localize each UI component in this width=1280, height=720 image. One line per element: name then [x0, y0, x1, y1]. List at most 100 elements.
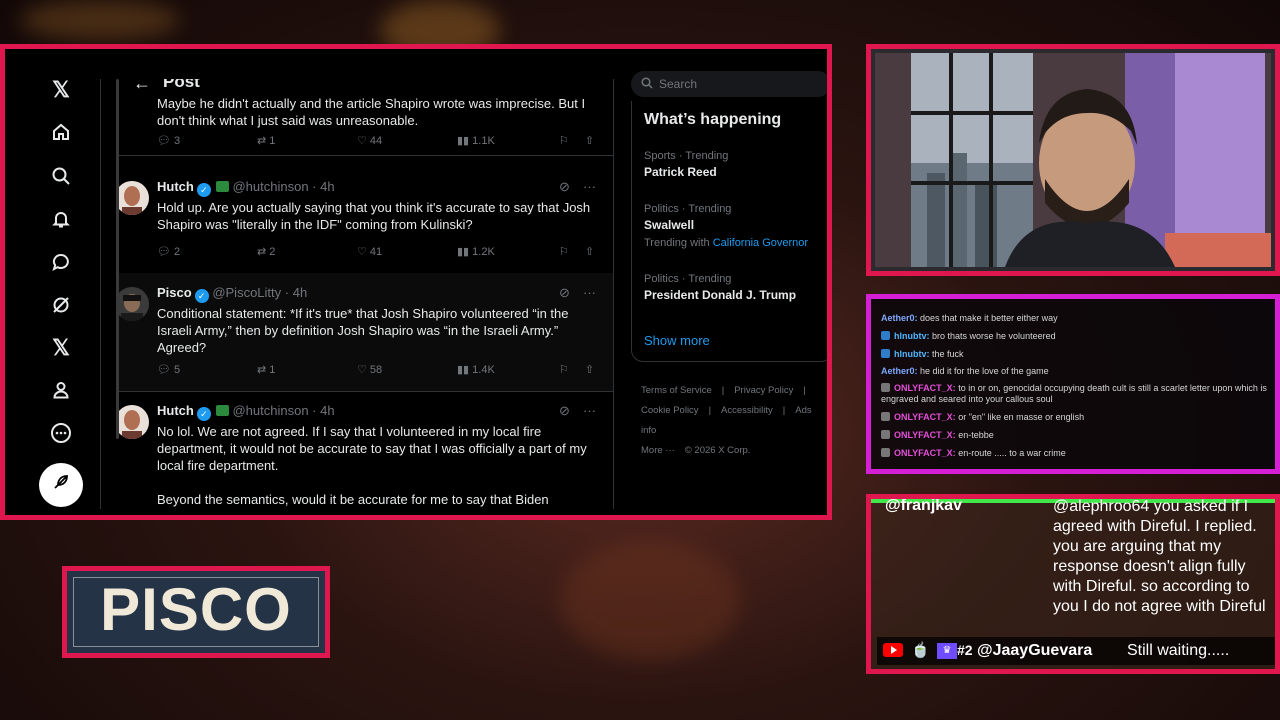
message-text: @alephroo64 you asked if I agreed with D… [1053, 498, 1266, 615]
footer-separator: | [782, 405, 786, 416]
display-name[interactable]: Hutch [157, 179, 194, 194]
timestamp[interactable]: 4h [320, 403, 334, 418]
chat-username[interactable]: ONLYFACT_X: [894, 412, 956, 422]
trending-with-link[interactable]: California Governor [713, 237, 808, 249]
footer-links: Terms of Service | Privacy Policy | Cookie … [641, 381, 827, 461]
footer-link[interactable]: Cookie Policy [641, 405, 699, 416]
chat-message: ONLYFACT_X: or "en" like en masse or eng… [881, 412, 1269, 423]
chat-username[interactable]: Aether0: [881, 366, 918, 376]
avatar[interactable] [119, 287, 149, 321]
like-button[interactable]: ♡ 44 [357, 134, 382, 147]
chat-username[interactable]: ONLYFACT_X: [894, 448, 956, 458]
like-button[interactable]: ♡ 58 [357, 363, 382, 376]
grok-icon[interactable]: ⊘ [559, 179, 570, 195]
stream-chat: Aether0: does that make it better either… [866, 294, 1280, 474]
footer-link[interactable]: Accessibility [721, 405, 773, 416]
background-light [560, 540, 740, 660]
chat-username[interactable]: Aether0: [881, 313, 918, 323]
tweet[interactable]: Hutch ✓ @hutchinson · 4h ⊘ ··· Hold up. A… [119, 165, 613, 274]
grok-icon[interactable]: ⊘ [559, 403, 570, 419]
premium-x-icon[interactable]: 𝕏 [48, 335, 74, 361]
chat-message: ONLYFACT_X: en-tebbe [881, 430, 1269, 441]
bookmark-icon[interactable]: ⚐ [559, 245, 569, 258]
reply-button[interactable]: 💬︎ 5 [157, 363, 180, 376]
bell-icon[interactable] [48, 206, 74, 232]
home-icon[interactable] [48, 119, 74, 145]
reply-button[interactable]: 💬︎ 2 [157, 245, 180, 258]
display-name[interactable]: Pisco [157, 285, 192, 300]
chat-text: does that make it better either way [920, 313, 1058, 323]
handle[interactable]: @PiscoLitty [212, 285, 281, 300]
more-options-icon[interactable]: ··· [583, 403, 596, 418]
views-button[interactable]: ▮▮ 1.1K [457, 134, 495, 147]
x-logo-icon[interactable]: 𝕏 [48, 77, 74, 103]
share-icon[interactable]: ⇧ [585, 363, 594, 376]
chat-message: hlnubtv: bro thats worse he volunteered [881, 331, 1269, 342]
handle[interactable]: @hutchinson [232, 403, 308, 418]
like-count: 58 [369, 364, 383, 376]
search-icon [641, 77, 653, 92]
like-count: 41 [369, 246, 383, 258]
right-sidebar: Search What’s happening Sports · Trendin… [629, 71, 827, 509]
message-author: @franjkav [885, 497, 962, 514]
repost-button[interactable]: ⇄ 1 [257, 363, 275, 376]
trending-with-label: Trending with [644, 237, 710, 249]
profile-icon[interactable] [48, 377, 74, 403]
bookmark-icon[interactable]: ⚐ [559, 363, 569, 376]
post-thread: ← Post Maybe he didn't actually and the … [119, 79, 613, 509]
compose-post-button[interactable] [39, 463, 83, 507]
footer-separator: | [708, 405, 712, 416]
chat-username[interactable]: hlnubtv: [894, 331, 930, 341]
timeline-divider [613, 79, 614, 509]
repost-button[interactable]: ⇄ 1 [257, 134, 275, 147]
search-placeholder: Search [659, 77, 698, 91]
avatar[interactable] [119, 181, 149, 215]
view-count: 1.2K [472, 246, 495, 258]
view-count: 1.1K [472, 135, 495, 147]
avatar[interactable] [119, 405, 149, 439]
views-button[interactable]: ▮▮ 1.4K [457, 363, 495, 376]
tweet[interactable]: Pisco ✓ @PiscoLitty · 4h ⊘ ··· Conditiona… [119, 273, 613, 392]
search-icon[interactable] [48, 163, 74, 189]
page-title: Post [163, 79, 200, 91]
more-options-icon[interactable]: ··· [583, 179, 596, 194]
more-options-icon[interactable]: ··· [583, 285, 596, 300]
chat-username[interactable]: hlnubtv: [894, 349, 930, 359]
timestamp[interactable]: 4h [320, 179, 334, 194]
muted-badge-icon [881, 412, 890, 421]
trend-item[interactable]: President Donald J. Trump [644, 288, 796, 302]
share-icon[interactable]: ⇧ [585, 134, 594, 147]
timestamp[interactable]: 4h [293, 285, 307, 300]
bookmark-icon[interactable]: ⚐ [559, 134, 569, 147]
repost-button[interactable]: ⇄ 2 [257, 245, 275, 258]
footer-link[interactable]: More ··· [641, 445, 675, 456]
messages-icon[interactable] [48, 249, 74, 275]
reply-button[interactable]: 💬︎ 3 [157, 134, 180, 147]
handle[interactable]: @hutchinson [232, 179, 308, 194]
grok-icon[interactable]: ⊘ [559, 285, 570, 301]
affiliation-badge-icon [215, 181, 229, 192]
back-arrow-icon[interactable]: ← [133, 79, 151, 94]
display-name[interactable]: Hutch [157, 403, 194, 418]
search-input[interactable]: Search [631, 71, 827, 97]
subscriber-badge-icon [881, 349, 890, 358]
like-button[interactable]: ♡ 41 [357, 245, 382, 258]
chat-username[interactable]: ONLYFACT_X: [894, 430, 956, 440]
feather-icon [52, 473, 70, 497]
x-app: 𝕏 𝕏 ← Post Maybe he didn't actually and … [23, 71, 827, 509]
chat-username[interactable]: ONLYFACT_X: [894, 383, 956, 393]
share-icon[interactable]: ⇧ [585, 245, 594, 258]
show-more-link[interactable]: Show more [644, 333, 710, 348]
reply-count: 2 [174, 246, 181, 258]
trend-item[interactable]: Swalwell [644, 218, 694, 232]
trend-item[interactable]: Patrick Reed [644, 165, 717, 179]
footer-link[interactable]: Terms of Service [641, 385, 712, 396]
more-icon[interactable] [48, 420, 74, 446]
views-button[interactable]: ▮▮ 1.2K [457, 245, 495, 258]
grok-icon[interactable] [48, 292, 74, 318]
trend-category: Politics · Trending [644, 203, 732, 215]
like-count: 44 [369, 135, 383, 147]
footer-link[interactable]: Privacy Policy [734, 385, 793, 396]
verified-icon: ✓ [196, 183, 211, 197]
tweet[interactable]: Hutch ✓ @hutchinson · 4h ⊘ ··· No lol. We… [119, 391, 613, 509]
